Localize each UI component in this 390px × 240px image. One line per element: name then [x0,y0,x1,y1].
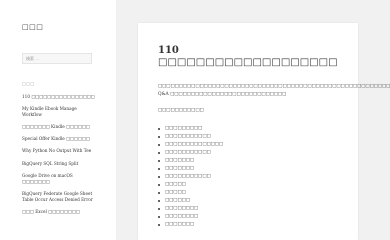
list-item[interactable]: □□□□□□□ [158,221,342,229]
list-item[interactable]: □□□□□□□□□□□□□□ [158,141,342,149]
list-item[interactable]: □□□□□□□□□ [158,125,342,133]
recent-posts-heading: □□□ [22,81,35,86]
list-item[interactable]: □□□□□□□□ [158,205,342,213]
list-item[interactable]: □□□□□□□ [158,157,342,165]
list-item[interactable]: □□□□□□□□□□□ [158,133,342,141]
list-item[interactable]: □□□□□ [158,189,342,197]
recent-posts-list: 110 □□□□□□□□□□□□□□□□ My Kindle Ebook Man… [22,94,106,215]
recent-post-link[interactable]: BigQuery Federate Google Sheet Table Occ… [22,191,96,203]
post-card: 110 □□□□□□□□□□□□□□□□□□□ □□□□□□□□□□□□□□□□… [138,23,390,240]
recent-post-link[interactable]: Google Drive on macOS □□□□□□□ [22,173,96,185]
site-title[interactable]: □□□ [22,22,106,31]
list-item[interactable]: □□□□□□□□□□□ [158,149,342,157]
recent-post-link[interactable]: □□□□□□□ Kindle □□□□□□ [22,124,96,130]
post-title[interactable]: 110 □□□□□□□□□□□□□□□□□□□ [158,45,342,69]
recent-post-link[interactable]: □□□ Excel □□□□□□□□ [22,209,96,215]
recent-post-link[interactable]: Special Offer Kindle □□□□□□ [22,136,96,142]
search-input[interactable]: 検索 ... [22,53,92,64]
list-item[interactable]: □□□□□□□□□□□ [158,173,342,181]
recent-post-link[interactable]: Why Python No Output With Tee [22,148,96,154]
list-item[interactable]: □□□□□□□□ [158,213,342,221]
post-subheading: □□□□□□□□□□□ [158,108,204,114]
list-item[interactable]: □□□□□□□ [158,165,342,173]
recent-post-link[interactable]: BigQuery SQL String Split [22,161,96,167]
list-item[interactable]: □□□□□□ [158,197,342,205]
sidebar: □□□ 検索 ... □□□ 110 □□□□□□□□□□□□□□□□ My K… [0,0,116,240]
post-link-list: □□□□□□□□□ □□□□□□□□□□□ □□□□□□□□□□□□□□ □□□… [158,125,342,229]
post-intro: □□□□□□□□□□□□□□□□□□□□□□□□□□□□□□□□□□□□□□□□… [158,84,390,97]
recent-post-link[interactable]: 110 □□□□□□□□□□□□□□□□ [22,94,96,100]
recent-post-link[interactable]: My Kindle Ebook Manage Workflow [22,106,96,118]
list-item[interactable]: □□□□□ [158,181,342,189]
